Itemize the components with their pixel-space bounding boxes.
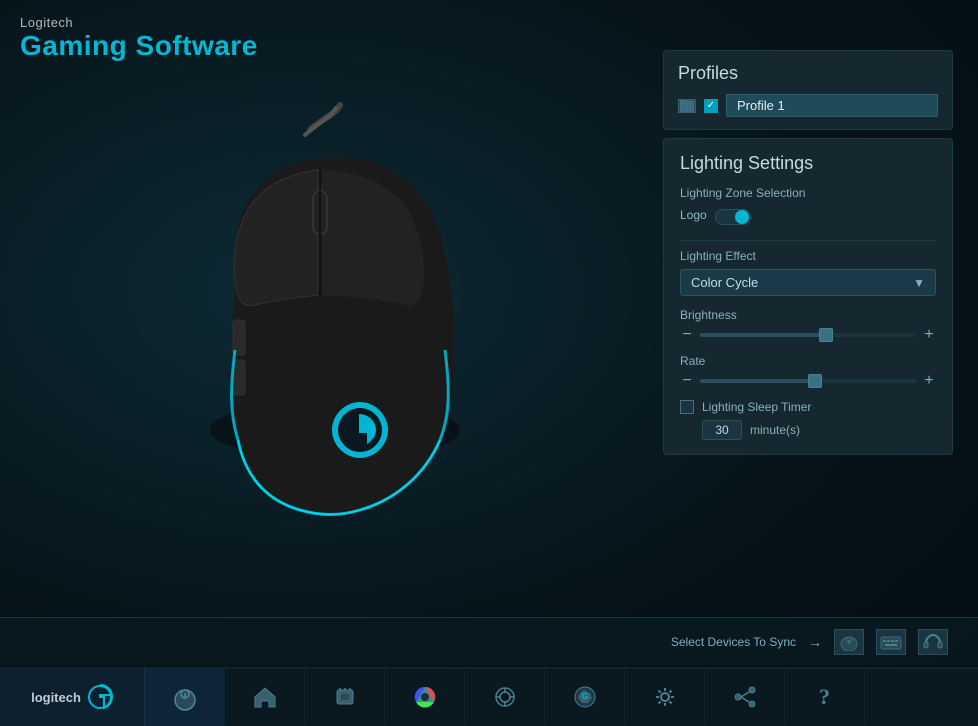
brightness-section: Brightness − + <box>680 308 936 344</box>
profiles-section: Profiles ✓ Profile 1 <box>663 50 953 130</box>
brightness-fill <box>700 333 830 337</box>
sync-mouse-icon[interactable] <box>834 629 864 655</box>
sleep-timer-input[interactable] <box>702 420 742 440</box>
rate-increase-button[interactable]: + <box>922 372 936 390</box>
brightness-increase-button[interactable]: + <box>922 326 936 344</box>
sync-keyboard-icon[interactable] <box>876 629 906 655</box>
nav-item-settings[interactable] <box>625 668 705 726</box>
profiles-title: Profiles <box>678 63 938 84</box>
rate-decrease-button[interactable]: − <box>680 372 694 390</box>
logitech-g-logo <box>87 684 113 710</box>
sync-arrow-icon: → <box>808 634 822 650</box>
profile-row: ✓ Profile 1 <box>678 94 938 117</box>
brightness-slider-track[interactable] <box>700 333 916 337</box>
zone-section-label: Lighting Zone Selection <box>680 186 936 200</box>
help-icon: ? <box>819 684 830 710</box>
sync-bar: Select Devices To Sync → <box>0 617 978 665</box>
sleep-timer-checkbox[interactable] <box>680 400 694 414</box>
profile-file-icon <box>678 99 696 113</box>
nav-brand: logitech <box>0 668 145 726</box>
mouse-nav-icon <box>169 683 201 711</box>
right-panel: Profiles ✓ Profile 1 Lighting Settings L… <box>663 50 953 455</box>
mouse-image <box>80 100 560 580</box>
brightness-decrease-button[interactable]: − <box>680 326 694 344</box>
game-nav-icon: G <box>570 683 600 711</box>
mouse-preview <box>40 80 600 600</box>
sync-label: Select Devices To Sync <box>671 635 796 649</box>
logo-toggle[interactable] <box>715 209 751 225</box>
brightness-slider-row: − + <box>680 326 936 344</box>
divider-1 <box>680 240 936 241</box>
nav-item-home[interactable] <box>225 668 305 726</box>
device-nav-icon <box>330 683 360 711</box>
rate-label: Rate <box>680 354 936 368</box>
home-nav-icon <box>250 683 280 711</box>
lighting-settings-section: Lighting Settings Lighting Zone Selectio… <box>663 138 953 455</box>
sync-headset-icon[interactable] <box>918 629 948 655</box>
toggle-thumb <box>735 210 749 224</box>
sleep-timer-row: Lighting Sleep Timer <box>680 400 936 414</box>
brightness-label: Brightness <box>680 308 936 322</box>
lighting-title: Lighting Settings <box>680 153 936 174</box>
rate-slider-track[interactable] <box>700 379 916 383</box>
sleep-timer-input-row: minute(s) <box>702 420 936 440</box>
rate-slider-row: − + <box>680 372 936 390</box>
svg-text:G: G <box>581 692 587 701</box>
rate-fill <box>700 379 819 383</box>
chevron-down-icon: ▼ <box>913 276 925 290</box>
sleep-unit-label: minute(s) <box>750 423 800 437</box>
rate-section: Rate − + <box>680 354 936 390</box>
nav-item-color[interactable] <box>385 668 465 726</box>
nav-item-game[interactable]: G <box>545 668 625 726</box>
nav-item-share[interactable] <box>705 668 785 726</box>
app-title: Gaming Software <box>20 30 258 62</box>
rate-thumb[interactable] <box>808 374 822 388</box>
nav-item-aim[interactable] <box>465 668 545 726</box>
nav-item-device[interactable] <box>305 668 385 726</box>
aim-nav-icon <box>490 683 520 711</box>
logo-toggle-row: Logo <box>680 208 936 226</box>
effect-label: Lighting Effect <box>680 249 936 263</box>
lighting-effect-dropdown[interactable]: Color Cycle ▼ <box>680 269 936 296</box>
nav-item-help[interactable]: ? <box>785 668 865 726</box>
brand-name: Logitech <box>20 15 258 30</box>
profile-checkbox[interactable]: ✓ <box>704 99 718 113</box>
sleep-timer-label: Lighting Sleep Timer <box>702 400 811 414</box>
bottom-nav: logitech G <box>0 667 978 725</box>
color-nav-icon <box>410 683 440 711</box>
brightness-thumb[interactable] <box>819 328 833 342</box>
effect-value: Color Cycle <box>691 275 758 290</box>
zone-logo-label: Logo <box>680 208 707 222</box>
profile-name[interactable]: Profile 1 <box>726 94 938 117</box>
app-header: Logitech Gaming Software <box>20 15 258 62</box>
share-nav-icon <box>730 683 760 711</box>
nav-item-mouse[interactable] <box>145 668 225 726</box>
gear-nav-icon <box>650 683 680 711</box>
nav-brand-text: logitech <box>31 690 81 705</box>
nav-items: G ? <box>145 668 978 726</box>
